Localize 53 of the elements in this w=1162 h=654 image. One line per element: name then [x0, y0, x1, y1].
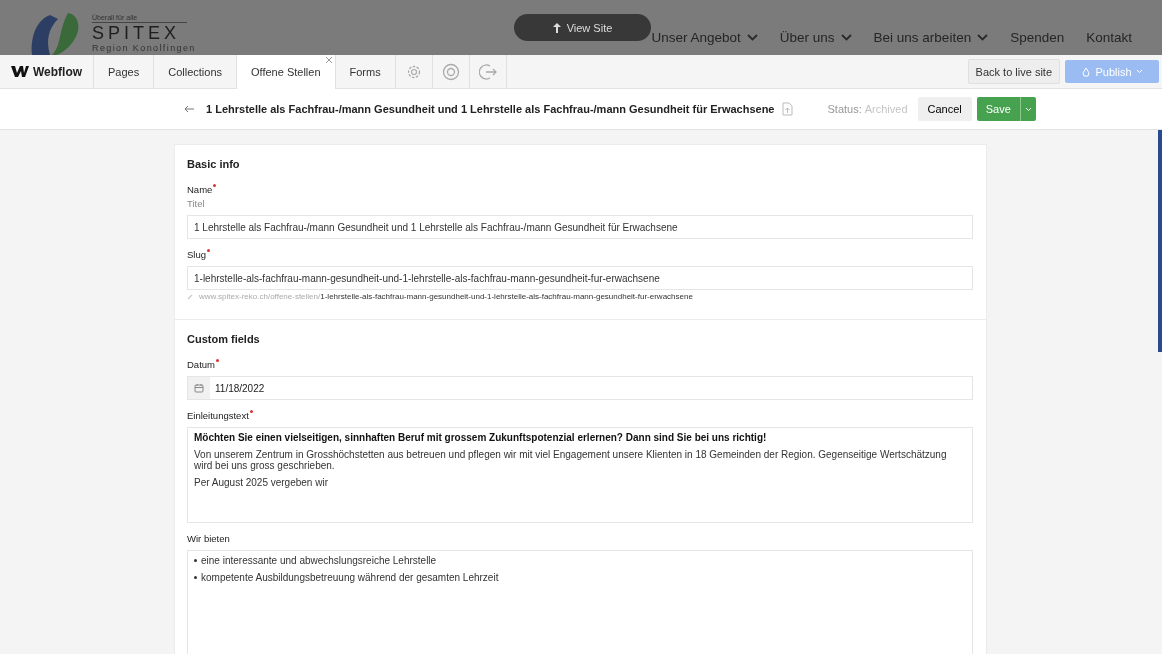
field-label: Einleitungstext: [187, 410, 253, 421]
section-title: Basic info: [187, 158, 241, 170]
arrow-up-icon: [552, 22, 561, 33]
paragraph: Möchten Sie einen vielseitigen, sinnhaften Beruf mit grossem Zukunftspotenzial erlernen? Dann sind Sie bei uns richtig!: [194, 432, 768, 443]
field-label: Slug: [187, 249, 210, 260]
cancel-button[interactable]: Cancel: [917, 97, 972, 121]
paragraph: Von unserem Zentrum in Grosshöchstetten aus betreuen und pflegen wir mit viel Engagement unsere Klienten in 18 Gemeinden der Region. Gegenseitige Wertschätzung wird bei uns gross geschrieben.: [194, 449, 948, 471]
nav-link[interactable]: Unser Angebot: [651, 30, 758, 45]
list-item: kompetente Ausbildungsbetreuung während der gesamten Lehrzeit: [201, 572, 499, 583]
rich-text-field[interactable]: [187, 427, 973, 523]
slug-url: www.spitex-reko.ch/offene-stellen/1-lehrstelle-als-fachfrau-mann-gesundheit-und-1-lehrstelle-als-fachfrau-mann-gesundheit-fur-erwachsene: [199, 292, 693, 301]
logo-region: Region Konolfingen: [92, 43, 196, 53]
tab[interactable]: Forms: [335, 55, 396, 88]
field-hint: Titel: [187, 198, 206, 209]
status-label: Status:: [827, 103, 862, 115]
bullet-icon: [194, 559, 197, 562]
nav-link[interactable]: Über uns: [779, 30, 852, 45]
webflow-logo-icon: [10, 66, 29, 77]
nav-link[interactable]: Kontakt: [1086, 30, 1132, 45]
back-to-live-site-button[interactable]: Back to live site: [967, 59, 1060, 84]
caret-icon: [1024, 106, 1032, 112]
list-item: eine interessante und abwechslungsreiche Lehrstelle: [201, 555, 437, 566]
webflow-logo[interactable]: Webflow: [0, 55, 94, 88]
close-icon[interactable]: [324, 56, 333, 64]
status-value: Archived: [864, 103, 908, 115]
nav-link[interactable]: Spenden: [1010, 30, 1065, 45]
section-title: Custom fields: [187, 333, 261, 345]
lifebuoy-icon[interactable]: [441, 62, 460, 81]
bullet-icon: [194, 576, 197, 579]
exit-icon[interactable]: [478, 62, 497, 81]
chevron-down-icon: [746, 34, 758, 41]
link-icon: [187, 293, 193, 300]
view-site-button[interactable]: View Site: [514, 14, 651, 41]
scrollbar[interactable]: [1158, 130, 1162, 352]
nav-link[interactable]: Bei uns arbeiten: [873, 30, 989, 45]
rich-text-field[interactable]: eine interessante und abwechslungsreiche Lehrstelle kompetente Ausbildungsbetreuung während der gesamten Lehrzeit: [187, 550, 973, 654]
date-field[interactable]: 11/18/2022: [187, 376, 973, 400]
calendar-icon: [194, 383, 204, 393]
logo-text: SPITEX: [92, 23, 182, 43]
document-icon[interactable]: [782, 102, 794, 116]
field-label: Datum: [187, 359, 219, 370]
caret-icon: [1135, 69, 1143, 74]
input-field[interactable]: 1 Lehrstelle als Fachfrau-/mann Gesundheit und 1 Lehrstelle als Fachfrau-/mann Gesundheit für Erwachsene: [187, 215, 973, 239]
field-label: Name: [187, 184, 217, 195]
paragraph: Per August 2025 vergeben wir: [194, 477, 329, 488]
back-arrow-icon[interactable]: [184, 105, 194, 113]
chevron-down-icon: [840, 34, 852, 41]
input-field[interactable]: 1-lehrstelle-als-fachfrau-mann-gesundheit-und-1-lehrstelle-als-fachfrau-mann-gesundheit-fur-erwachsene: [187, 266, 973, 290]
tab[interactable]: Pages: [94, 55, 155, 88]
chevron-down-icon: [977, 34, 989, 41]
item-title: 1 Lehrstelle als Fachfrau-/mann Gesundheit und 1 Lehrstelle als Fachfrau-/mann Gesundheit für Erwachsene: [206, 103, 775, 115]
field-label: Wir bieten: [187, 533, 231, 544]
tab[interactable]: Offene Stellen: [237, 55, 336, 89]
